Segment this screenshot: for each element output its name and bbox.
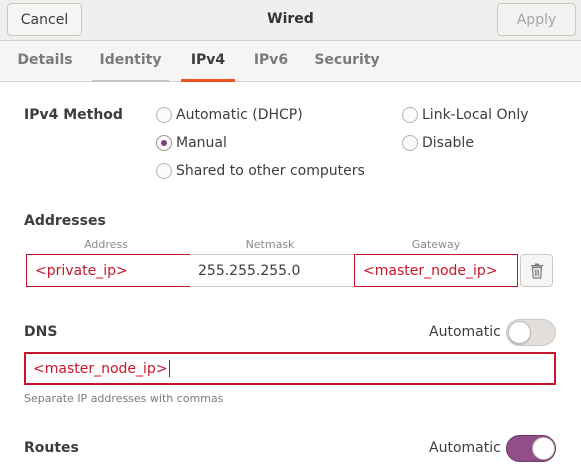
radio-shared[interactable]: Shared to other computers [156, 163, 365, 179]
radio-shared-label: Shared to other computers [176, 163, 365, 179]
dns-automatic-label: Automatic [429, 324, 501, 340]
tab-details-label: Details [17, 52, 73, 68]
radio-automatic-dhcp-label: Automatic (DHCP) [176, 107, 303, 123]
radio-disable-indicator[interactable] [402, 135, 418, 151]
cancel-button[interactable]: Cancel [7, 3, 82, 36]
tab-identity-label: Identity [99, 52, 162, 68]
tab-details[interactable]: Details [8, 52, 82, 82]
tab-ipv6-label: IPv6 [253, 52, 289, 68]
column-gateway: Gateway [411, 238, 461, 251]
tab-bar: Details Identity IPv4 IPv6 Security [0, 41, 581, 82]
radio-disable[interactable]: Disable [402, 135, 474, 151]
radio-disable-label: Disable [422, 135, 474, 151]
radio-manual-indicator[interactable] [156, 135, 172, 151]
text-cursor [168, 360, 170, 377]
apply-button[interactable]: Apply [497, 3, 576, 36]
dns-switch-knob [508, 321, 531, 344]
address-input[interactable]: <private_ip> [26, 254, 191, 287]
radio-manual-label: Manual [176, 135, 227, 151]
radio-shared-indicator[interactable] [156, 163, 172, 179]
routes-label: Routes [24, 440, 79, 456]
header-bar: Cancel Wired Apply [0, 0, 581, 41]
routes-switch-knob [532, 437, 555, 460]
routes-automatic-switch[interactable] [506, 435, 556, 462]
radio-link-local-only-indicator[interactable] [402, 107, 418, 123]
radio-automatic-dhcp[interactable]: Automatic (DHCP) [156, 107, 303, 123]
ipv4-method-label: IPv4 Method [24, 107, 123, 123]
dns-input[interactable]: <master_node_ip> [24, 352, 556, 385]
tab-ipv6[interactable]: IPv6 [246, 52, 296, 82]
routes-automatic-label: Automatic [429, 440, 501, 456]
trash-icon [530, 263, 543, 279]
radio-link-local-only-label: Link-Local Only [422, 107, 529, 123]
tab-ipv4[interactable]: IPv4 [181, 52, 235, 82]
delete-address-button[interactable] [520, 254, 553, 287]
tab-security-label: Security [314, 52, 380, 68]
dialog-title: Wired [267, 11, 314, 27]
addresses-label: Addresses [24, 213, 106, 229]
tab-security[interactable]: Security [307, 52, 387, 82]
dns-input-text: <master_node_ip> [33, 360, 168, 377]
column-address: Address [84, 238, 128, 251]
tab-ipv4-label: IPv4 [190, 52, 226, 68]
tab-identity-underline [92, 80, 169, 82]
gateway-input[interactable]: <master_node_ip> [354, 254, 518, 287]
netmask-input[interactable]: 255.255.255.0 [190, 254, 355, 287]
radio-automatic-dhcp-indicator[interactable] [156, 107, 172, 123]
dns-label: DNS [24, 324, 58, 340]
radio-manual[interactable]: Manual [156, 135, 227, 151]
radio-link-local-only[interactable]: Link-Local Only [402, 107, 529, 123]
dns-automatic-switch[interactable] [506, 319, 556, 346]
tab-identity[interactable]: Identity [92, 52, 169, 82]
dns-hint: Separate IP addresses with commas [24, 392, 224, 405]
tab-ipv4-underline [181, 79, 235, 82]
column-netmask: Netmask [245, 238, 295, 251]
